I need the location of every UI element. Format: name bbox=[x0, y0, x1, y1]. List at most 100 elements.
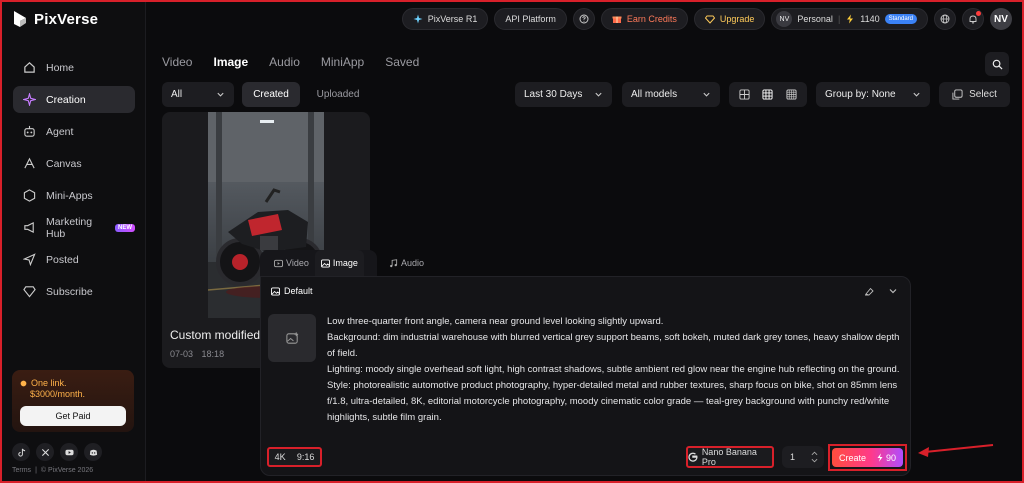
sidebar-item-subscribe[interactable]: Subscribe bbox=[13, 278, 135, 305]
get-paid-button[interactable]: Get Paid bbox=[20, 406, 126, 426]
lightning-icon bbox=[877, 453, 883, 462]
star-icon bbox=[413, 14, 423, 24]
clear-icon[interactable] bbox=[864, 286, 874, 296]
sidebar-item-label: Agent bbox=[46, 125, 74, 138]
youtube-link[interactable] bbox=[60, 443, 78, 461]
divider: | bbox=[837, 14, 841, 24]
grid-small-icon[interactable] bbox=[786, 89, 797, 100]
select-label: Select bbox=[969, 89, 997, 100]
created-toggle[interactable]: Created bbox=[242, 82, 300, 107]
prompt-text[interactable]: Low three-quarter front angle, camera ne… bbox=[327, 314, 901, 426]
preset-selector[interactable]: Default bbox=[271, 286, 313, 296]
avatar[interactable]: NV bbox=[990, 8, 1012, 30]
tiktok-icon bbox=[17, 448, 25, 457]
panel-tab-video[interactable]: Video bbox=[268, 250, 315, 276]
promo-line-1: One link. bbox=[20, 378, 126, 389]
pixverse-r1-label: PixVerse R1 bbox=[427, 14, 478, 24]
models-label: All models bbox=[631, 89, 678, 100]
sidebar-item-mini-apps[interactable]: Mini-Apps bbox=[13, 182, 135, 209]
grid-large-icon[interactable] bbox=[739, 89, 750, 100]
model-selector[interactable]: Nano Banana Pro bbox=[686, 446, 774, 468]
coin-icon bbox=[20, 380, 27, 387]
sidebar-item-label: Creation bbox=[46, 93, 86, 106]
chevron-down-icon bbox=[217, 92, 224, 97]
tab-miniapp[interactable]: MiniApp bbox=[321, 55, 364, 69]
image-icon bbox=[271, 286, 280, 296]
panel-tab-audio[interactable]: Audio bbox=[383, 250, 430, 276]
reference-image-upload[interactable] bbox=[268, 314, 316, 362]
notification-dot bbox=[976, 11, 981, 16]
add-image-icon bbox=[285, 331, 298, 344]
sidebar-item-marketing-hub[interactable]: Marketing Hub NEW bbox=[13, 214, 135, 241]
all-dropdown-label: All bbox=[171, 89, 183, 100]
sidebar-item-canvas[interactable]: Canvas bbox=[13, 150, 135, 177]
sidebar-item-posted[interactable]: Posted bbox=[13, 246, 135, 273]
panel-tab-image-label: Image bbox=[332, 258, 358, 268]
tab-video[interactable]: Video bbox=[162, 55, 192, 69]
pixverse-logo-icon bbox=[14, 11, 26, 27]
image-icon bbox=[320, 258, 330, 268]
search-button[interactable] bbox=[985, 52, 1009, 76]
models-dropdown[interactable]: All models bbox=[622, 82, 720, 107]
resolution-ratio-chip[interactable]: 4K 9:16 bbox=[267, 447, 322, 467]
x-link[interactable] bbox=[36, 443, 54, 461]
api-platform-label: API Platform bbox=[505, 14, 556, 24]
card-date-day: 07-03 bbox=[170, 349, 194, 359]
robot-icon bbox=[24, 125, 35, 137]
prompt-panel: Default Low three-quarter front angle, c… bbox=[260, 276, 911, 476]
globe-icon bbox=[940, 14, 950, 24]
logo[interactable]: PixVerse bbox=[12, 10, 98, 28]
discord-link[interactable] bbox=[84, 443, 102, 461]
sidebar-item-label: Posted bbox=[46, 253, 79, 266]
copyright: © PixVerse 2026 bbox=[40, 467, 94, 474]
chevron-up-icon[interactable] bbox=[811, 451, 818, 456]
panel-tab-audio-label: Audio bbox=[401, 258, 425, 268]
grid-medium-icon[interactable] bbox=[762, 89, 774, 100]
tiktok-link[interactable] bbox=[12, 443, 30, 461]
sidebar-item-label: Mini-Apps bbox=[46, 189, 93, 202]
uploaded-toggle[interactable]: Uploaded bbox=[308, 82, 368, 107]
date-range-dropdown[interactable]: Last 30 Days bbox=[515, 82, 612, 107]
earn-credits-button[interactable]: Earn Credits bbox=[600, 8, 688, 30]
chevron-down-icon bbox=[913, 92, 920, 97]
sparkle-icon bbox=[23, 93, 36, 106]
group-by-dropdown[interactable]: Group by: None bbox=[816, 82, 930, 107]
select-button[interactable]: Select bbox=[939, 82, 1010, 107]
sidebar-item-creation[interactable]: Creation bbox=[13, 86, 135, 113]
sidebar-item-agent[interactable]: Agent bbox=[13, 118, 135, 145]
miniapps-icon bbox=[23, 189, 36, 202]
panel-actions bbox=[864, 286, 898, 296]
create-highlight: Create 90 bbox=[828, 444, 907, 471]
music-note-icon bbox=[390, 258, 398, 267]
create-button[interactable]: Create 90 bbox=[832, 448, 903, 467]
pixverse-r1-button[interactable]: PixVerse R1 bbox=[401, 8, 489, 30]
api-platform-button[interactable]: API Platform bbox=[494, 8, 567, 30]
notifications-button[interactable] bbox=[962, 8, 984, 30]
panel-tab-image[interactable]: Image bbox=[314, 250, 364, 276]
group-by-label: Group by: None bbox=[825, 89, 896, 100]
all-dropdown[interactable]: All bbox=[162, 82, 234, 107]
top-bar: PixVerse R1 API Platform Earn Credits Up… bbox=[401, 8, 1012, 30]
help-button[interactable] bbox=[572, 8, 595, 30]
preset-label: Default bbox=[284, 286, 313, 296]
upgrade-button[interactable]: Upgrade bbox=[693, 8, 766, 30]
card-title: Custom modified bbox=[170, 328, 261, 342]
video-icon bbox=[274, 259, 283, 267]
sidebar-footer: Terms | © PixVerse 2026 bbox=[12, 467, 93, 474]
diamond-icon bbox=[23, 286, 36, 298]
tab-audio[interactable]: Audio bbox=[269, 55, 300, 69]
terms-link[interactable]: Terms bbox=[12, 467, 31, 474]
tab-image[interactable]: Image bbox=[213, 55, 248, 69]
panel-tabs: Video Image bbox=[260, 250, 377, 276]
sidebar: PixVerse Home Creation Agent Canvas Mini… bbox=[0, 0, 146, 483]
sidebar-item-home[interactable]: Home bbox=[13, 54, 135, 81]
chevron-down-icon[interactable] bbox=[811, 458, 818, 463]
diamond-icon bbox=[704, 15, 715, 24]
account-switcher[interactable]: NV Personal | 1140 Standard bbox=[771, 8, 928, 30]
chevron-down-icon[interactable] bbox=[888, 286, 898, 296]
promo-text-2: $3000/month. bbox=[30, 389, 86, 399]
quantity-stepper[interactable]: 1 bbox=[782, 446, 824, 468]
tab-saved[interactable]: Saved bbox=[385, 55, 419, 69]
language-button[interactable] bbox=[934, 8, 956, 30]
card-date-time: 18:18 bbox=[201, 349, 225, 359]
